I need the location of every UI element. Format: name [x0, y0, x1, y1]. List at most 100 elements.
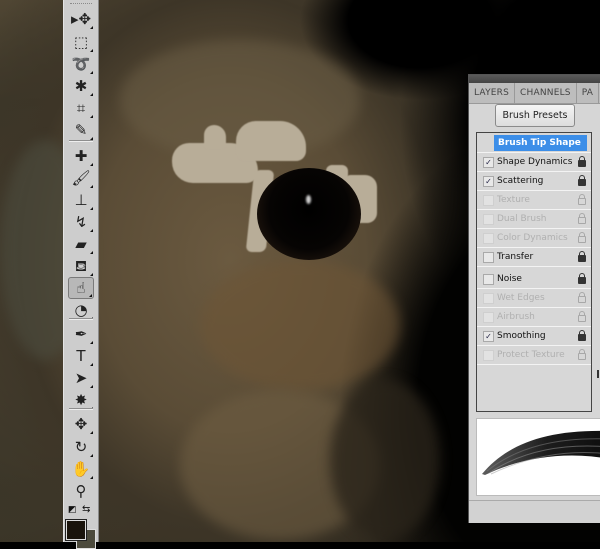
brush-option-dual-brush[interactable]: Dual Brush	[477, 210, 591, 229]
checkbox[interactable]: ✓	[483, 157, 494, 168]
checkbox[interactable]	[483, 195, 494, 206]
brush-panel: LAYERS CHANNELS PA Brush Presets Brush T…	[468, 74, 600, 523]
flyout-indicator-icon	[90, 93, 93, 96]
lock-icon	[578, 311, 586, 322]
unlocked-icon[interactable]	[578, 330, 586, 341]
flyout-indicator-icon	[90, 185, 93, 188]
zoom-tool[interactable]: ⚲	[68, 480, 94, 502]
zoom-icon: ⚲	[75, 481, 87, 500]
tab-layers[interactable]: LAYERS	[469, 83, 516, 103]
brush-option-label: Color Dynamics	[497, 233, 568, 243]
eraser-tool[interactable]: ▰	[68, 233, 94, 255]
lasso-tool[interactable]: ➰	[68, 53, 94, 75]
eraser-icon: ▰	[75, 234, 87, 253]
hand-tool[interactable]: ✋	[68, 458, 94, 480]
unlocked-icon[interactable]	[578, 273, 586, 284]
move-icon: ▸✥	[70, 9, 92, 28]
flyout-indicator-icon	[90, 71, 93, 74]
crop-tool[interactable]: ⌗	[68, 97, 94, 119]
brush-presets-button[interactable]: Brush Presets	[495, 104, 575, 127]
hand-icon: ✋	[71, 459, 91, 478]
custom-shape-icon: ✸	[74, 390, 88, 409]
flyout-indicator-icon	[90, 26, 93, 29]
brush-option-label: Shape Dynamics	[497, 157, 573, 167]
flyout-indicator-icon	[89, 294, 92, 297]
history-brush-tool[interactable]: ↯	[68, 211, 94, 233]
3d-rotate-icon: ✥	[74, 414, 88, 433]
flyout-indicator-icon	[90, 454, 93, 457]
lock-icon	[578, 213, 586, 224]
brush-option-label: Scattering	[497, 176, 544, 186]
marquee-icon: ⬚	[73, 32, 89, 51]
brush-option-texture[interactable]: Texture	[477, 191, 591, 210]
unlocked-icon[interactable]	[578, 251, 586, 262]
checkbox[interactable]	[483, 274, 494, 285]
checkbox[interactable]	[483, 312, 494, 323]
toolbox-separator	[69, 318, 93, 320]
pen-tool[interactable]: ✒	[68, 323, 94, 345]
flyout-indicator-icon	[90, 49, 93, 52]
flyout-indicator-icon	[90, 385, 93, 388]
paint-bucket-icon: ⛾	[74, 256, 88, 275]
flyout-indicator-icon	[90, 363, 93, 366]
type-tool[interactable]: T	[68, 345, 94, 367]
healing-brush-tool[interactable]: ✚	[68, 145, 94, 167]
brush-icon: 🖌	[71, 168, 91, 187]
brush-option-wet-edges[interactable]: Wet Edges	[477, 289, 591, 308]
eyedropper-tool[interactable]: ✎	[68, 119, 94, 141]
brush-option-color-dynamics[interactable]: Color Dynamics	[477, 229, 591, 248]
smudge-icon: ☝	[76, 278, 86, 297]
flyout-indicator-icon	[90, 207, 93, 210]
checkbox[interactable]: ✓	[483, 331, 494, 342]
brush-option-label: Texture	[497, 195, 530, 205]
checkbox[interactable]	[483, 214, 494, 225]
smudge-tool[interactable]: ☝	[68, 277, 94, 299]
tab-paths[interactable]: PA	[577, 83, 600, 103]
checkbox[interactable]	[483, 293, 494, 304]
brush-option-scattering[interactable]: ✓ Scattering	[477, 172, 591, 191]
tab-channels[interactable]: CHANNELS	[515, 83, 577, 103]
foreground-color-swatch[interactable]	[66, 520, 86, 540]
clone-stamp-tool[interactable]: ⊥	[68, 189, 94, 211]
3d-orbit-tool[interactable]: ↻	[68, 436, 94, 458]
toolbox-grip[interactable]	[70, 3, 92, 6]
brush-option-transfer[interactable]: Transfer	[477, 248, 591, 267]
brush-option-noise[interactable]: Noise	[477, 270, 591, 289]
flyout-indicator-icon	[90, 341, 93, 344]
quick-selection-tool[interactable]: ✱	[68, 75, 94, 97]
path-selection-tool[interactable]: ➤	[68, 367, 94, 389]
swap-colors-icon[interactable]: ⇆	[82, 504, 90, 515]
lock-icon	[578, 349, 586, 360]
move-tool[interactable]: ▸✥	[68, 8, 94, 30]
checkbox[interactable]: ✓	[483, 176, 494, 187]
brush-tool[interactable]: 🖌	[68, 167, 94, 189]
brush-option-smoothing[interactable]: ✓ Smoothing	[477, 327, 591, 346]
brush-options-list: Brush Tip Shape ✓ Shape Dynamics ✓ Scatteri…	[476, 132, 592, 412]
path-selection-icon: ➤	[74, 368, 88, 387]
default-colors-icon[interactable]: ◩	[68, 505, 77, 515]
brush-stroke-preview-graphic	[482, 430, 600, 475]
toolbox-separator	[69, 140, 93, 142]
checkbox[interactable]	[483, 252, 494, 263]
eyedropper-icon: ✎	[74, 120, 88, 139]
brush-tip-shape-item[interactable]: Brush Tip Shape	[477, 133, 591, 153]
checkbox[interactable]	[483, 233, 494, 244]
unlocked-icon[interactable]	[578, 156, 586, 167]
3d-rotate-tool[interactable]: ✥	[68, 413, 94, 435]
brush-option-label: Protect Texture	[497, 350, 565, 360]
paint-bucket-tool[interactable]: ⛾	[68, 255, 94, 277]
unlocked-icon[interactable]	[578, 175, 586, 186]
quick-selection-icon: ✱	[74, 76, 88, 95]
3d-orbit-icon: ↻	[74, 437, 88, 456]
brush-option-shape-dynamics[interactable]: ✓ Shape Dynamics	[477, 153, 591, 172]
dodge-icon: ◔	[74, 300, 88, 319]
lock-icon	[578, 194, 586, 205]
brush-option-protect-texture[interactable]: Protect Texture	[477, 346, 591, 365]
flyout-indicator-icon	[90, 431, 93, 434]
brush-option-label: Dual Brush	[497, 214, 547, 224]
panel-title-bar[interactable]	[469, 75, 600, 83]
marquee-tool[interactable]: ⬚	[68, 31, 94, 53]
brush-option-airbrush[interactable]: Airbrush	[477, 308, 591, 327]
checkbox[interactable]	[483, 350, 494, 361]
lasso-icon: ➰	[71, 54, 91, 73]
